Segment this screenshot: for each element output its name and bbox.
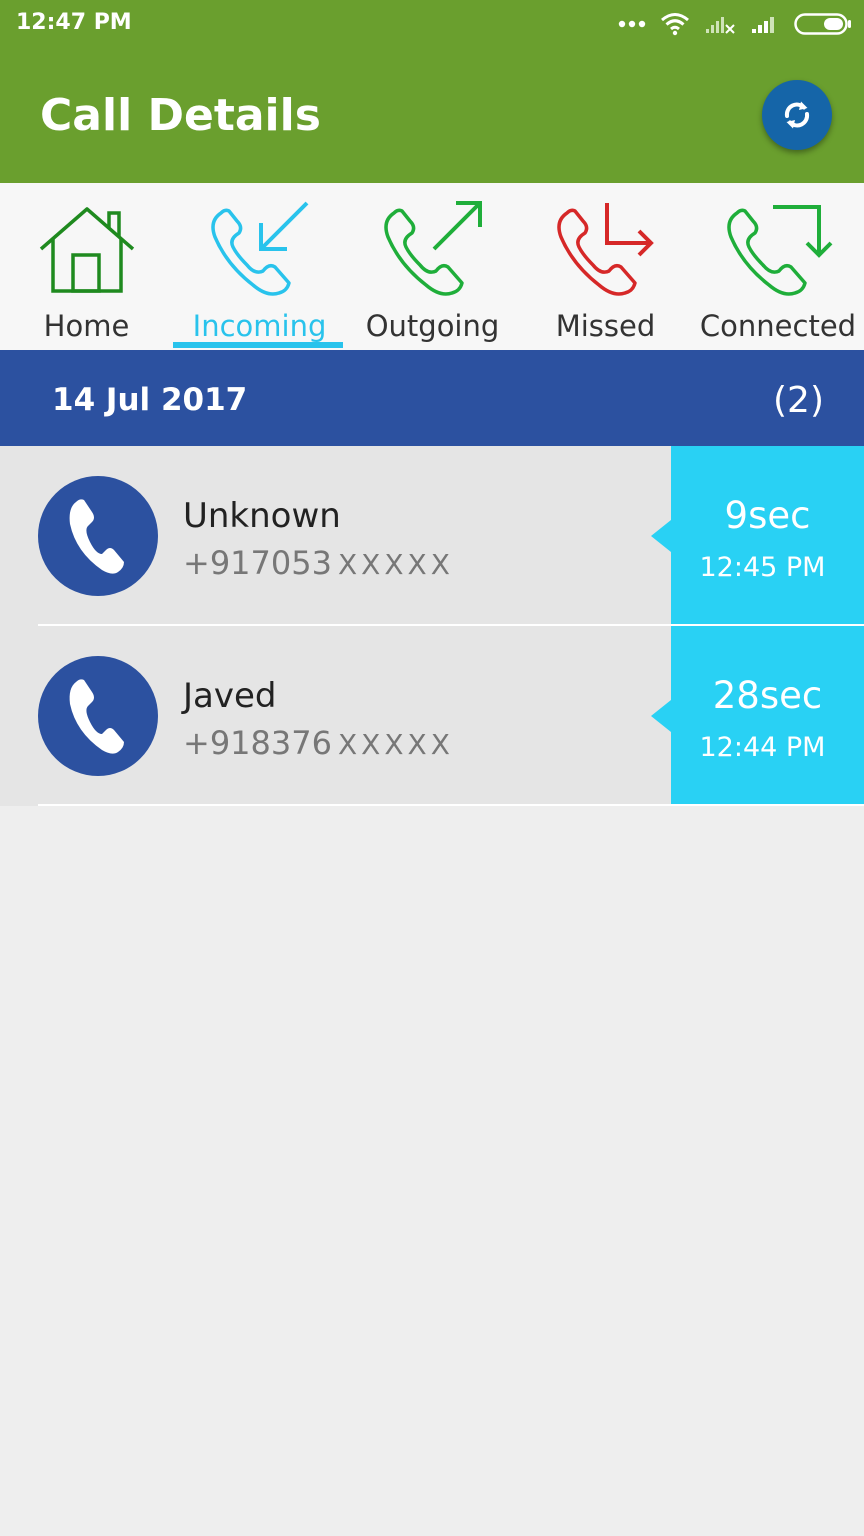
phone-icon [69, 679, 124, 754]
signal-icon [752, 17, 774, 33]
tab-label: Incoming [192, 309, 327, 343]
duration-panel: 28sec 12:44 PM [651, 626, 864, 806]
app-header: 12:47 PM Call Details [0, 0, 864, 183]
refresh-icon [784, 101, 810, 129]
tab-label: Missed [555, 309, 656, 343]
caller-number: +918376 XXXXX [183, 724, 454, 762]
tab-missed[interactable]: Missed [519, 183, 692, 350]
call-list-item[interactable]: Unknown +917053 XXXXX 9sec 12:45 PM [0, 446, 864, 626]
wifi-icon [661, 13, 689, 36]
tab-label: Outgoing [365, 309, 500, 343]
call-time: 12:44 PM [699, 732, 826, 763]
duration-panel: 9sec 12:45 PM [651, 446, 864, 626]
caller-number: +917053 XXXXX [183, 544, 454, 582]
tab-home[interactable]: Home [0, 183, 173, 350]
call-list-item[interactable]: Javed +918376 XXXXX 28sec 12:44 PM [0, 626, 864, 806]
tab-label: Connected [699, 309, 857, 343]
call-duration: 28sec [712, 674, 823, 717]
avatar [38, 656, 158, 776]
caller-name: Unknown [183, 496, 341, 536]
call-count: (2) [773, 380, 824, 421]
number-mask: XXXXX [337, 548, 454, 581]
incoming-call-icon [210, 201, 308, 296]
date-label: 14 Jul 2017 [52, 382, 248, 418]
tab-label: Home [43, 309, 130, 343]
number-mask: XXXXX [337, 728, 454, 761]
status-time: 12:47 PM [16, 10, 132, 35]
tab-incoming[interactable]: Incoming [173, 183, 346, 350]
outgoing-call-icon [383, 201, 482, 296]
number-prefix: +918376 [183, 724, 332, 762]
date-group-header: 14 Jul 2017 (2) [0, 350, 864, 446]
caller-name: Javed [183, 676, 277, 716]
home-icon [39, 207, 134, 293]
signal-no-service-icon [706, 17, 735, 34]
avatar [38, 476, 158, 596]
tab-outgoing[interactable]: Outgoing [346, 183, 519, 350]
tab-connected[interactable]: Connected [692, 183, 864, 350]
active-tab-indicator [173, 342, 343, 348]
phone-icon [69, 499, 124, 574]
battery-icon [794, 13, 851, 35]
missed-call-icon [556, 203, 654, 296]
page-title: Call Details [40, 90, 321, 141]
tab-bar: Home Incoming Outgoing Missed Connected [0, 183, 864, 350]
status-bar: 12:47 PM [0, 0, 864, 48]
status-icons [618, 10, 852, 38]
number-prefix: +917053 [183, 544, 332, 582]
divider [38, 804, 864, 806]
call-duration: 9sec [724, 494, 811, 537]
refresh-button[interactable] [762, 80, 832, 150]
call-time: 12:45 PM [699, 552, 826, 583]
connected-call-icon [727, 205, 833, 296]
more-dots-icon [618, 20, 646, 28]
